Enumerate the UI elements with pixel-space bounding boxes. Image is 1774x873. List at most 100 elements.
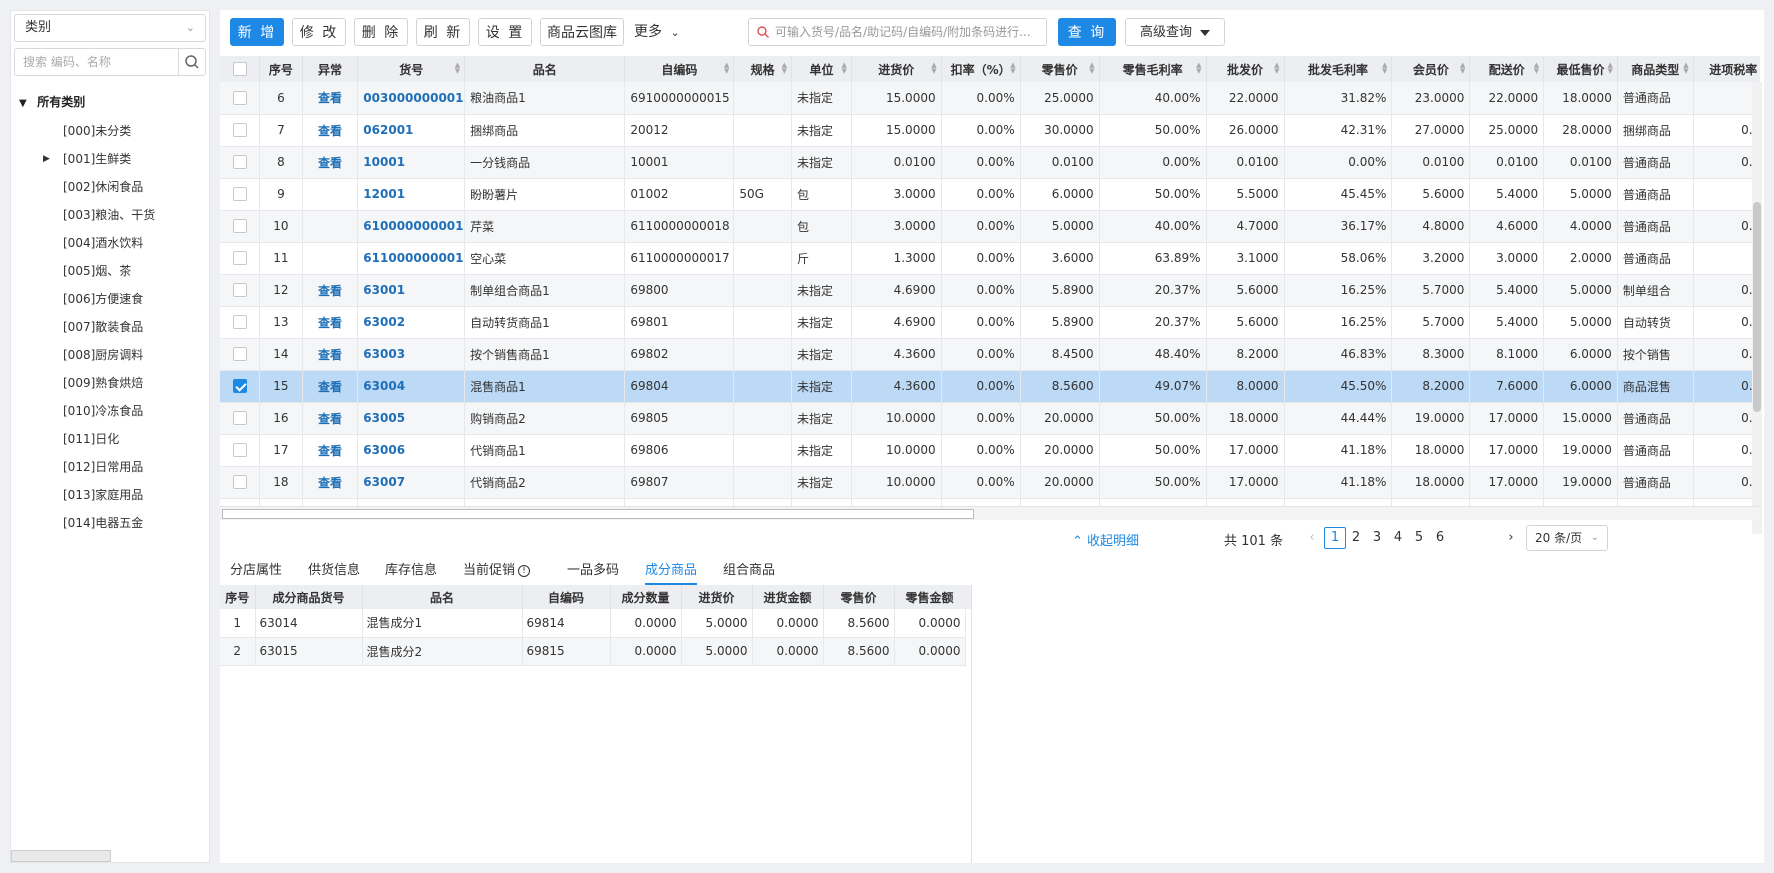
detail-column-header[interactable]: 进货金额	[752, 585, 824, 609]
sort-icon[interactable]: ▲ ▼	[1274, 62, 1279, 75]
cell-view[interactable]: 查看	[302, 306, 359, 339]
row-checkbox[interactable]	[232, 443, 247, 458]
cell-view[interactable]	[302, 178, 359, 211]
tree-root-all[interactable]: ▼ 所有类别	[11, 91, 209, 113]
table-row[interactable]: 6 查看 0030000000014 粮油商品1 6910000000015 未指定 15.…	[220, 82, 1760, 115]
detail-column-header[interactable]: 成分商品货号	[255, 585, 363, 609]
caret-right-icon[interactable]: ▶	[43, 145, 50, 173]
tree-item[interactable]: ▶ [001]生鲜类	[11, 145, 209, 173]
row-checkbox[interactable]	[232, 123, 247, 138]
row-select-cell[interactable]	[220, 114, 261, 147]
detail-column-header[interactable]: 进货价	[681, 585, 753, 609]
cell-code[interactable]: 6100000000019	[357, 210, 466, 243]
sidebar-horizontal-scrollbar[interactable]	[11, 850, 111, 862]
cell-view[interactable]: 查看	[302, 114, 359, 147]
row-select-cell[interactable]	[220, 242, 261, 275]
column-header[interactable]: 扣率（%） ▲ ▼	[941, 56, 1021, 82]
cell-code[interactable]: 63005	[357, 402, 466, 435]
cell-code[interactable]: 6110000000017	[357, 242, 466, 275]
detail-tab[interactable]: 供货信息	[308, 559, 360, 585]
column-header[interactable]: 会员价 ▲ ▼	[1391, 56, 1471, 82]
tree-item[interactable]: [011]日化	[11, 425, 209, 453]
row-checkbox[interactable]	[232, 283, 247, 298]
table-row[interactable]: 9 12001 盼盼薯片 01002 50G 包 3.0000 0.00% 6.0000 50.0…	[220, 178, 1760, 211]
detail-tab[interactable]: 组合商品	[723, 559, 775, 585]
page-4-button[interactable]: 4	[1387, 527, 1409, 549]
table-row[interactable]: 16 查看 63005 购销商品2 69805 未指定 10.0000 0.00% 20.000…	[220, 402, 1760, 435]
page-5-button[interactable]: 5	[1408, 527, 1430, 549]
delete-button[interactable]: 删 除	[354, 18, 408, 46]
table-row[interactable]: 8 查看 10001 一分钱商品 10001 未指定 0.0100 0.00% 0.0100 0.…	[220, 146, 1760, 179]
tree-item[interactable]: [006]方便速食	[11, 285, 209, 313]
row-select-cell[interactable]	[220, 146, 261, 179]
column-header[interactable]: 进货价 ▲ ▼	[851, 56, 942, 82]
sort-icon[interactable]: ▲ ▼	[1534, 62, 1539, 75]
detail-column-header[interactable]: 序号	[220, 585, 256, 609]
caret-down-icon[interactable]: ▼	[19, 93, 33, 115]
tree-item[interactable]: [008]厨房调料	[11, 341, 209, 369]
detail-tab[interactable]: 一品多码	[567, 559, 619, 585]
table-row[interactable]: 15 查看 63004 混售商品1 69804 未指定 4.3600 0.00% 8.5600 4…	[220, 370, 1760, 403]
column-header[interactable]: 序号	[259, 56, 303, 82]
tree-item[interactable]: [010]冷冻食品	[11, 397, 209, 425]
row-select-cell[interactable]	[220, 274, 261, 307]
page-6-button[interactable]: 6	[1429, 527, 1451, 549]
row-checkbox[interactable]	[232, 347, 247, 362]
cell-code[interactable]: 63004	[357, 370, 466, 403]
detail-tab[interactable]: 当前促销!	[463, 559, 531, 585]
tree-item[interactable]: [009]熟食烘焙	[11, 369, 209, 397]
sort-icon[interactable]: ▲ ▼	[841, 62, 846, 75]
sort-icon[interactable]: ▲ ▼	[455, 62, 460, 75]
page-2-button[interactable]: 2	[1345, 527, 1367, 549]
category-search-input[interactable]	[14, 48, 178, 76]
detail-column-header[interactable]: 零售价	[823, 585, 895, 609]
column-header[interactable]: 异常	[302, 56, 359, 82]
add-button[interactable]: 新 增	[230, 18, 284, 46]
sort-icon[interactable]: ▲ ▼	[782, 62, 787, 75]
column-header[interactable]: 单位 ▲ ▼	[791, 56, 852, 82]
select-all-checkbox[interactable]	[232, 62, 247, 77]
more-menu[interactable]: 更多 ⌄	[634, 18, 680, 46]
tree-item[interactable]: [003]粮油、干货	[11, 201, 209, 229]
row-checkbox[interactable]	[232, 411, 247, 426]
row-checkbox[interactable]	[232, 187, 247, 202]
next-page-button[interactable]: ›	[1500, 527, 1522, 549]
select-all-header[interactable]	[220, 56, 261, 82]
cell-code[interactable]: 63002	[357, 306, 466, 339]
table-row[interactable]: 1 63014 混售成分1 69814 0.0000 5.0000 0.0000 8.5600…	[220, 609, 966, 638]
row-checkbox[interactable]	[232, 219, 247, 234]
refresh-button[interactable]: 刷 新	[416, 18, 470, 46]
detail-column-header[interactable]: 成分数量	[610, 585, 682, 609]
row-select-cell[interactable]	[220, 82, 261, 115]
table-row[interactable]: 13 查看 63002 自动转货商品1 69801 未指定 4.6900 0.00% 5.890…	[220, 306, 1760, 339]
row-select-cell[interactable]	[220, 466, 261, 499]
product-search-input[interactable]	[748, 18, 1047, 46]
column-header[interactable]: 零售毛利率 ▲ ▼	[1099, 56, 1207, 82]
scrollbar-thumb[interactable]	[1753, 202, 1761, 412]
row-select-cell[interactable]	[220, 338, 261, 371]
row-select-cell[interactable]	[220, 402, 261, 435]
column-header[interactable]: 品名	[464, 56, 626, 82]
sort-icon[interactable]: ▲ ▼	[1460, 62, 1465, 75]
tree-item[interactable]: [013]家庭用品	[11, 481, 209, 509]
page-3-button[interactable]: 3	[1366, 527, 1388, 549]
sort-icon[interactable]: ▲ ▼	[1607, 62, 1612, 75]
column-header[interactable]: 进项税率▲▼	[1693, 56, 1760, 82]
advanced-query-button[interactable]: 高级查询	[1125, 18, 1225, 46]
edit-button[interactable]: 修 改	[292, 18, 346, 46]
detail-column-header[interactable]: 品名	[362, 585, 523, 609]
table-row[interactable]: 18 查看 63007 代销商品2 69807 未指定 10.0000 0.00% 20.000…	[220, 466, 1760, 499]
sort-icon[interactable]: ▲ ▼	[1382, 62, 1387, 75]
cell-code[interactable]: 12001	[357, 178, 466, 211]
tree-item[interactable]: [004]酒水饮料	[11, 229, 209, 257]
detail-scrollbar[interactable]	[965, 585, 971, 609]
column-header[interactable]: 批发毛利率 ▲ ▼	[1284, 56, 1393, 82]
table-row[interactable]: 11 6110000000017 空心菜 6110000000017 斤 1.3000 0.…	[220, 242, 1760, 275]
cell-view[interactable]: 查看	[302, 338, 359, 371]
info-icon[interactable]: !	[518, 564, 531, 577]
cell-view[interactable]: 查看	[302, 466, 359, 499]
cell-code[interactable]: 63003	[357, 338, 466, 371]
cell-view[interactable]: 查看	[302, 146, 359, 179]
table-row[interactable]: 14 查看 63003 按个销售商品1 69802 未指定 4.3600 0.00% 8.450…	[220, 338, 1760, 371]
row-checkbox[interactable]	[232, 315, 247, 330]
